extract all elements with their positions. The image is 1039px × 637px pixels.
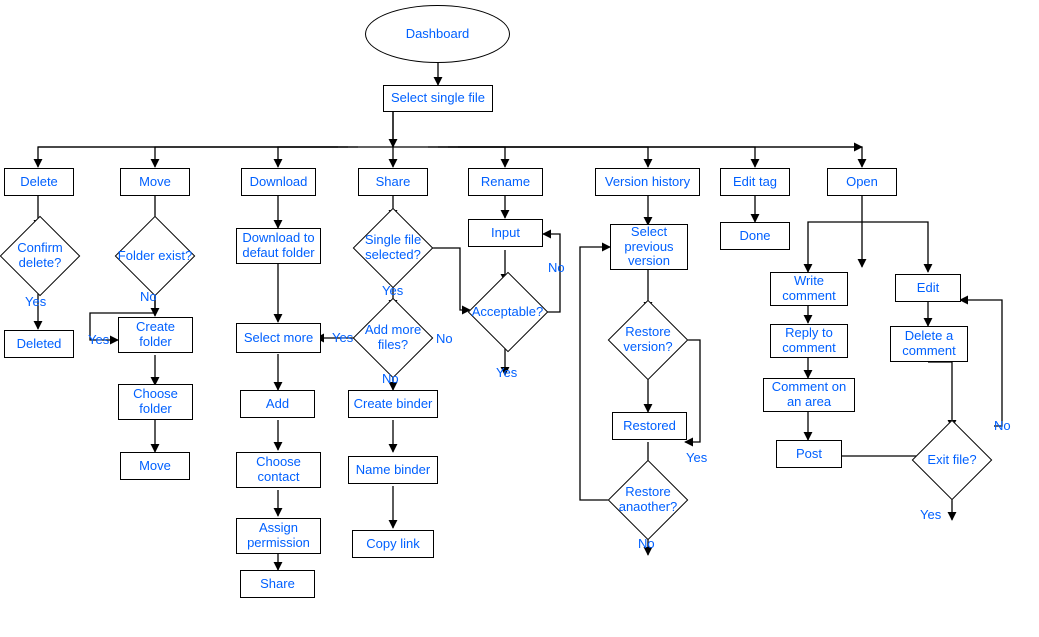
edge-acceptable-yes: Yes	[496, 365, 517, 380]
decision-folder-exist: Folder exist?	[115, 226, 195, 286]
edge-folder-exist-yes: Yes	[88, 332, 109, 347]
step-post: Post	[776, 440, 842, 468]
decision-single-file-selected: Single file selected?	[353, 218, 433, 278]
edge-acceptable-no: No	[548, 260, 565, 275]
edge-restore-yes: Yes	[686, 450, 707, 465]
edge-add-more-no: No	[382, 371, 399, 386]
action-share: Share	[358, 168, 428, 196]
label: Select single file	[391, 91, 485, 106]
step-comment-area: Comment on an area	[763, 378, 855, 412]
step-reply-comment: Reply to comment	[770, 324, 848, 358]
edge-add-more-yes: Yes	[332, 330, 353, 345]
edge-exit-no: No	[994, 418, 1011, 433]
edge-restore-another-no: No	[638, 536, 655, 551]
edge-exit-yes: Yes	[920, 507, 941, 522]
edge-folder-exist-no: No	[140, 289, 157, 304]
decision-acceptable: Acceptable?	[465, 282, 550, 342]
edge-single-no: No	[436, 331, 453, 346]
step-write-comment: Write comment	[770, 272, 848, 306]
step-input: Input	[468, 219, 543, 247]
decision-add-more-files: Add more files?	[353, 308, 433, 368]
step-add: Add	[240, 390, 315, 418]
step-name-binder: Name binder	[348, 456, 438, 484]
action-delete: Delete	[4, 168, 74, 196]
step-edit: Edit	[895, 274, 961, 302]
step-choose-folder: Choose folder	[118, 384, 193, 420]
step-select-previous: Select previous version	[610, 224, 688, 270]
step-create-binder: Create binder	[348, 390, 438, 418]
action-rename: Rename	[468, 168, 543, 196]
edge-single-yes: Yes	[382, 283, 403, 298]
decision-restore-version: Restore version?	[608, 310, 688, 370]
step-done: Done	[720, 222, 790, 250]
step-download-default: Download to defaut folder	[236, 228, 321, 264]
flowchart-canvas: Dashboard Select single file Delete Move…	[0, 0, 1039, 637]
decision-restore-another: Restore anaother?	[608, 470, 688, 530]
decision-confirm-delete: Confirm delete?	[0, 226, 80, 286]
step-move: Move	[120, 452, 190, 480]
step-delete-comment: Delete a comment	[890, 326, 968, 362]
state-restored: Restored	[612, 412, 687, 440]
step-choose-contact: Choose contact	[236, 452, 321, 488]
step-share-final: Share	[240, 570, 315, 598]
action-version-history: Version history	[595, 168, 700, 196]
step-create-folder: Create folder	[118, 317, 193, 353]
action-open: Open	[827, 168, 897, 196]
action-edit-tag: Edit tag	[720, 168, 790, 196]
action-download: Download	[241, 168, 316, 196]
action-move: Move	[120, 168, 190, 196]
decision-exit-file: Exit file?	[912, 430, 992, 490]
start-dashboard: Dashboard	[365, 5, 510, 63]
state-deleted: Deleted	[4, 330, 74, 358]
step-copy-link: Copy link	[352, 530, 434, 558]
select-single-file: Select single file	[383, 85, 493, 112]
edge-confirm-delete-yes: Yes	[25, 294, 46, 309]
step-assign-permission: Assign permission	[236, 518, 321, 554]
label: Dashboard	[406, 27, 470, 42]
step-select-more: Select more	[236, 323, 321, 353]
